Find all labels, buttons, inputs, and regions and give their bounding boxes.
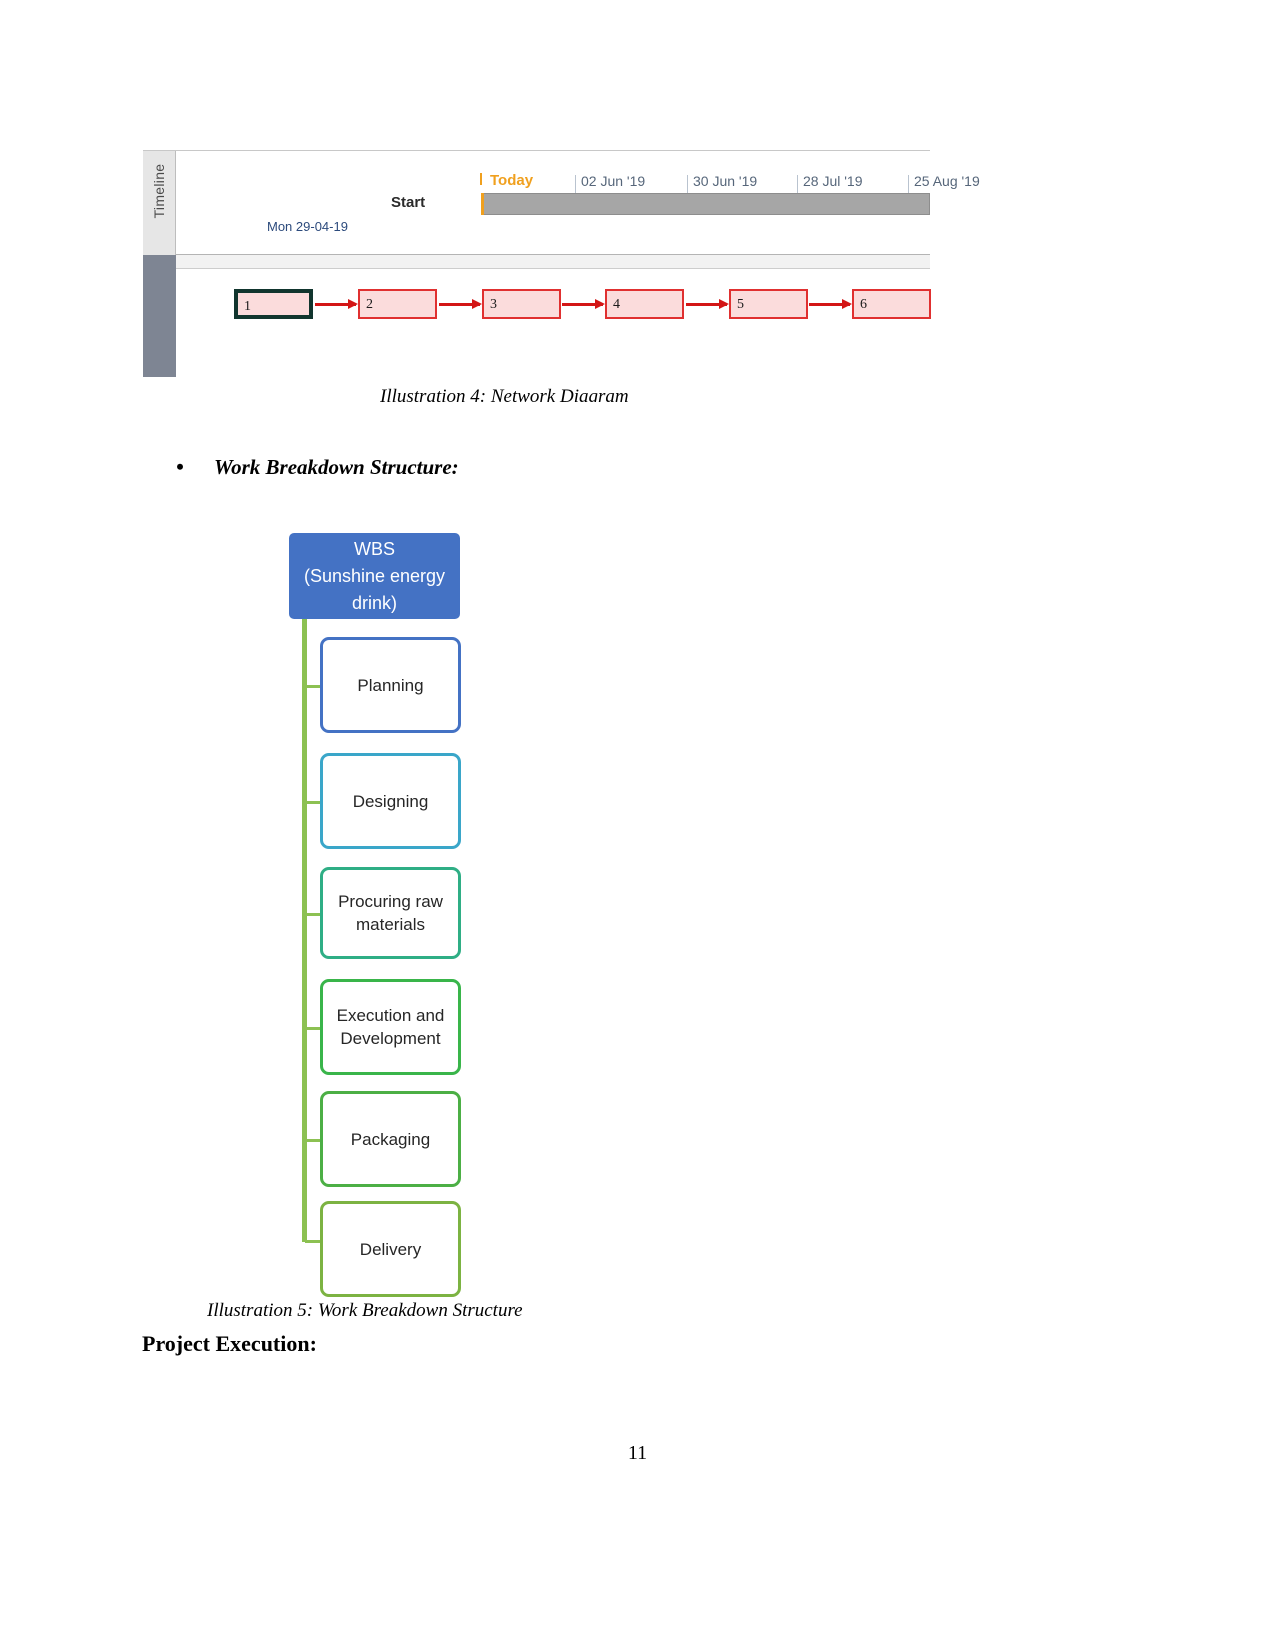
wbs-node-label: Packaging	[350, 1129, 431, 1149]
page-number: 11	[627, 1442, 648, 1464]
wbs-node-execution-and-development[interactable]: Execution and Development	[320, 979, 461, 1075]
wbs-node-label: Delivery	[359, 1239, 422, 1259]
wbs-node-planning[interactable]: Planning	[320, 637, 461, 733]
network-node[interactable]: 1	[234, 289, 313, 319]
wbs-root-line3: drink)	[351, 593, 397, 613]
timeline-canvas: Today 02 Jun '19 30 Jun '19 28 Jul '19 2…	[177, 151, 980, 254]
wbs-node-label: Designing	[352, 791, 429, 811]
wbs-root-node: WBS (Sunshine energy drink)	[289, 533, 460, 619]
today-marker-icon	[480, 173, 482, 185]
wbs-node-procuring-raw-materials[interactable]: Procuring raw materials	[320, 867, 461, 959]
timeline-date-label: 02 Jun '19	[581, 173, 646, 189]
network-diagram-figure: Timeline Today 02 Jun '19 30 Jun '19 28 …	[143, 150, 980, 377]
bullet-icon: •	[176, 454, 184, 479]
figure-caption-work-breakdown-structure: Illustration 5: Work Breakdown Structure	[207, 1300, 523, 1318]
network-side-tab[interactable]	[143, 269, 176, 377]
timeline-side-tab[interactable]: Timeline	[143, 151, 176, 256]
figure-caption-network-diagram: Illustration 4: Network Diagram	[380, 386, 629, 402]
network-arrow-icon	[315, 299, 358, 309]
network-node[interactable]: 6	[852, 289, 931, 319]
wbs-node-label-line1: Procuring raw	[338, 892, 443, 911]
network-arrow-icon	[439, 299, 482, 309]
pane-divider-tab	[143, 255, 176, 269]
wbs-node-label: Planning	[357, 675, 424, 695]
timeline-pane: Timeline Today 02 Jun '19 30 Jun '19 28 …	[143, 150, 980, 256]
wbs-root-line2: (Sunshine energy	[303, 566, 446, 586]
wbs-spine	[302, 619, 307, 1242]
wbs-node-label-line2: Development	[340, 1029, 441, 1048]
network-canvas: 1 2 3 4 5 6	[176, 269, 931, 377]
bullet-heading-label: Work Breakdown Structure:	[214, 455, 459, 479]
wbs-root-line1: WBS	[353, 539, 395, 559]
timeline-start-label: Start	[391, 194, 426, 211]
wbs-node-designing[interactable]: Designing	[320, 753, 461, 849]
wbs-diagram: WBS (Sunshine energy drink) Planning Des…	[289, 533, 489, 1297]
wbs-node-packaging[interactable]: Packaging	[320, 1091, 461, 1187]
timeline-date-label: 28 Jul '19	[803, 173, 863, 189]
network-node[interactable]: 5	[729, 289, 808, 319]
network-arrow-icon	[686, 299, 729, 309]
timeline-date-label: 25 Aug '19	[914, 173, 980, 189]
timeline-date-label: 30 Jun '19	[693, 173, 758, 189]
today-label: Today	[490, 172, 534, 189]
wbs-node-delivery[interactable]: Delivery	[320, 1201, 461, 1297]
network-node[interactable]: 4	[605, 289, 684, 319]
pane-divider	[143, 255, 930, 269]
timeline-project-bar[interactable]	[481, 193, 930, 215]
network-node[interactable]: 2	[358, 289, 437, 319]
network-arrow-icon	[809, 299, 852, 309]
network-pane: 1 2 3 4 5 6	[143, 269, 931, 377]
project-execution-heading: Project Execution:	[142, 1331, 317, 1356]
network-arrow-icon	[562, 299, 605, 309]
wbs-node-label-line2: materials	[356, 915, 425, 934]
timeline-side-tab-label: Timeline	[151, 163, 167, 219]
network-node[interactable]: 3	[482, 289, 561, 319]
timeline-start-date: Mon 29-04-19	[267, 219, 348, 234]
wbs-node-label-line1: Execution and	[336, 1006, 445, 1025]
timeline-bar-start-cap	[481, 193, 484, 215]
